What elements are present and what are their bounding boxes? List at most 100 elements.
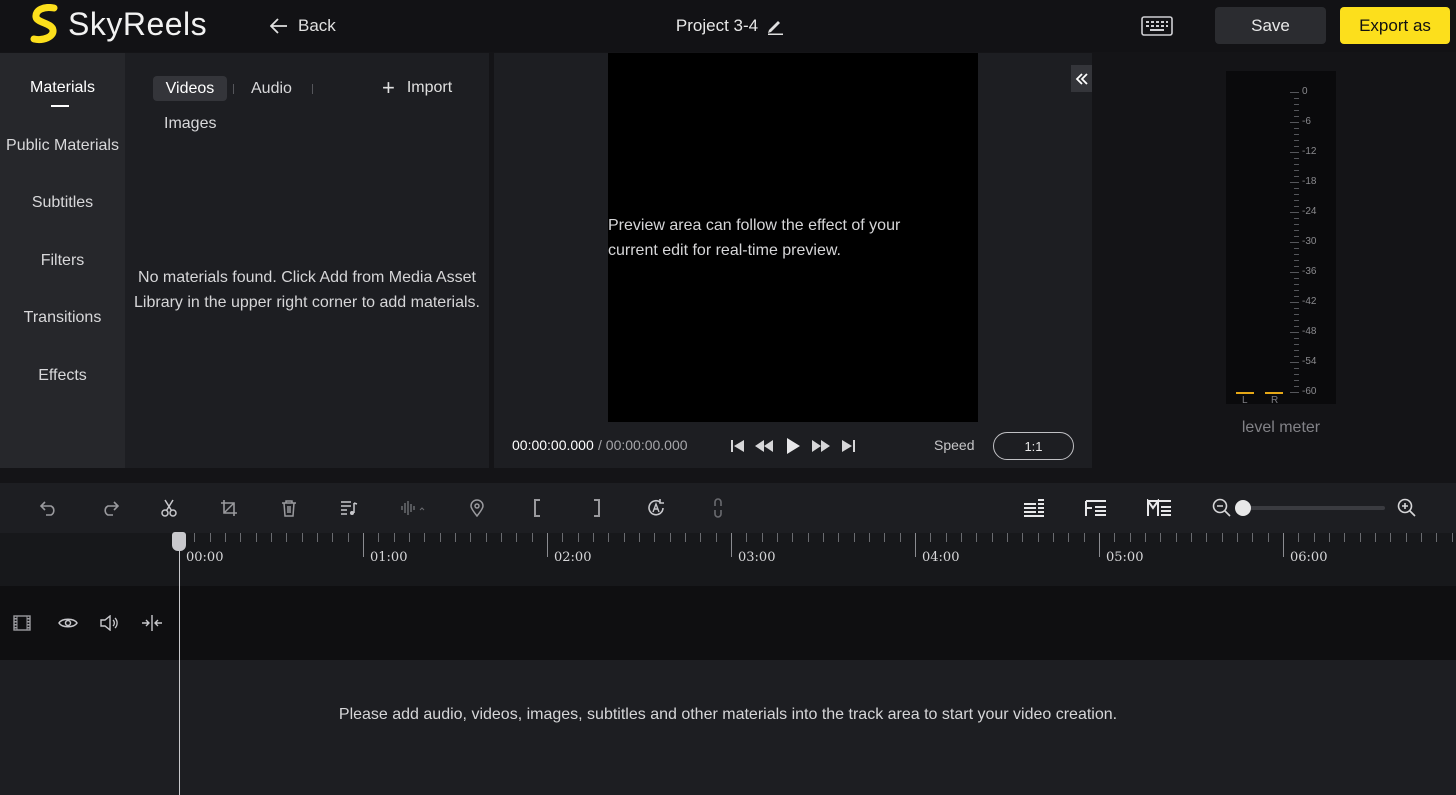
ruler-minor-tick: [1436, 533, 1437, 542]
logo-text: SkyReels: [68, 5, 208, 42]
audio-wave-icon[interactable]: [399, 497, 429, 519]
ruler-minor-tick: [532, 533, 533, 542]
track-layout-1-icon[interactable]: [1022, 497, 1046, 519]
zoom-in-icon[interactable]: [1395, 497, 1419, 519]
meter-scale-label: -18: [1302, 176, 1317, 187]
ruler-minor-tick: [256, 533, 257, 542]
collapse-panel-icon[interactable]: [1071, 65, 1092, 92]
meter-tick: [1294, 284, 1299, 285]
rewind-icon[interactable]: [754, 436, 774, 456]
bracket-left-icon[interactable]: [525, 497, 549, 519]
play-icon[interactable]: [783, 436, 803, 456]
ruler-minor-tick: [440, 533, 441, 542]
ruler-minor-tick: [808, 533, 809, 542]
keyboard-icon[interactable]: [1140, 14, 1174, 38]
fast-forward-icon[interactable]: [811, 436, 831, 456]
meter-tick: [1294, 200, 1299, 201]
ruler-minor-tick: [1022, 533, 1023, 542]
zoom-out-icon[interactable]: [1210, 497, 1234, 519]
meter-tick: [1290, 182, 1299, 183]
meter-tick: [1290, 272, 1299, 273]
trash-icon[interactable]: [277, 497, 301, 519]
zoom-slider-thumb[interactable]: [1235, 500, 1251, 516]
skip-end-icon[interactable]: [838, 436, 858, 456]
tab-images[interactable]: Images: [164, 111, 216, 136]
level-bar-left: [1236, 392, 1254, 394]
meter-tick: [1294, 146, 1299, 147]
redo-icon[interactable]: [98, 497, 122, 519]
tab-videos[interactable]: Videos: [153, 76, 227, 101]
meter-tick: [1294, 128, 1299, 129]
nav-item-filters[interactable]: Filters: [0, 252, 125, 270]
tab-audio[interactable]: Audio: [251, 76, 292, 101]
nav-item-public-materials[interactable]: Public Materials: [0, 137, 125, 155]
tab-divider: [233, 84, 234, 94]
volume-icon[interactable]: [99, 613, 121, 633]
ruler-minor-tick: [900, 533, 901, 542]
meter-tick: [1294, 98, 1299, 99]
meter-tick: [1294, 236, 1299, 237]
save-button[interactable]: Save: [1215, 7, 1326, 44]
meter-tick: [1290, 332, 1299, 333]
meter-scale-label: -48: [1302, 326, 1317, 337]
ruler-minor-tick: [455, 533, 456, 542]
nav-item-transitions[interactable]: Transitions: [0, 309, 125, 327]
nav-item-materials[interactable]: Materials: [0, 79, 125, 97]
back-button[interactable]: Back: [270, 14, 336, 38]
ruler-minor-tick: [1053, 533, 1054, 542]
level-meter-title: level meter: [1241, 419, 1321, 436]
meter-tick: [1294, 230, 1299, 231]
eye-icon[interactable]: [57, 613, 79, 633]
import-button[interactable]: + Import: [382, 77, 452, 99]
export-button[interactable]: Export as: [1340, 7, 1450, 44]
ruler-minor-tick: [593, 533, 594, 542]
ruler-minor-tick: [746, 533, 747, 542]
project-title[interactable]: Project 3-4: [600, 14, 860, 38]
meter-tick: [1294, 104, 1299, 105]
bracket-right-icon[interactable]: [585, 497, 609, 519]
crop-icon[interactable]: [217, 497, 241, 519]
rotate-a-icon[interactable]: [644, 497, 668, 519]
ruler-label: 03:00: [738, 550, 776, 565]
ruler-minor-tick: [562, 533, 563, 542]
ruler-minor-tick: [378, 533, 379, 542]
zoom-slider-track[interactable]: [1240, 506, 1385, 510]
track-drop-area[interactable]: [0, 660, 1456, 795]
meter-tick: [1294, 206, 1299, 207]
ruler-minor-tick: [501, 533, 502, 542]
app-logo: SkyReels: [30, 2, 207, 46]
ruler-minor-tick: [225, 533, 226, 542]
meter-scale-label: 0: [1302, 86, 1308, 97]
meter-tick: [1294, 176, 1299, 177]
ruler-minor-tick: [1222, 533, 1223, 542]
undo-icon[interactable]: [37, 497, 61, 519]
meter-tick: [1294, 290, 1299, 291]
meter-tick: [1294, 296, 1299, 297]
playhead-handle[interactable]: [172, 532, 186, 551]
nav-item-effects[interactable]: Effects: [0, 367, 125, 385]
ruler-minor-tick: [486, 533, 487, 542]
skip-start-icon[interactable]: [728, 436, 748, 456]
ruler-major-tick: [731, 533, 732, 557]
track-layout-2-icon[interactable]: [1084, 497, 1108, 519]
meter-tick: [1294, 374, 1299, 375]
video-track[interactable]: [0, 586, 1456, 660]
track-empty-message: Please add audio, videos, images, subtit…: [338, 706, 1118, 723]
split-track-icon[interactable]: [141, 613, 163, 633]
link-icon[interactable]: [706, 497, 730, 519]
music-list-icon[interactable]: [337, 497, 361, 519]
track-layout-3-icon[interactable]: [1146, 497, 1172, 519]
meter-tick: [1294, 338, 1299, 339]
scissors-icon[interactable]: [157, 497, 181, 519]
meter-tick: [1294, 260, 1299, 261]
aspect-ratio-select[interactable]: 1:1: [993, 432, 1074, 460]
pencil-icon[interactable]: [766, 17, 784, 35]
ruler-minor-tick: [317, 533, 318, 542]
ruler-minor-tick: [210, 533, 211, 542]
ruler-minor-tick: [670, 533, 671, 542]
ruler-minor-tick: [470, 533, 471, 542]
ruler-minor-tick: [838, 533, 839, 542]
nav-item-subtitles[interactable]: Subtitles: [0, 194, 125, 212]
preview-message: Preview area can follow the effect of yo…: [608, 217, 901, 259]
location-pin-icon[interactable]: [465, 497, 489, 519]
